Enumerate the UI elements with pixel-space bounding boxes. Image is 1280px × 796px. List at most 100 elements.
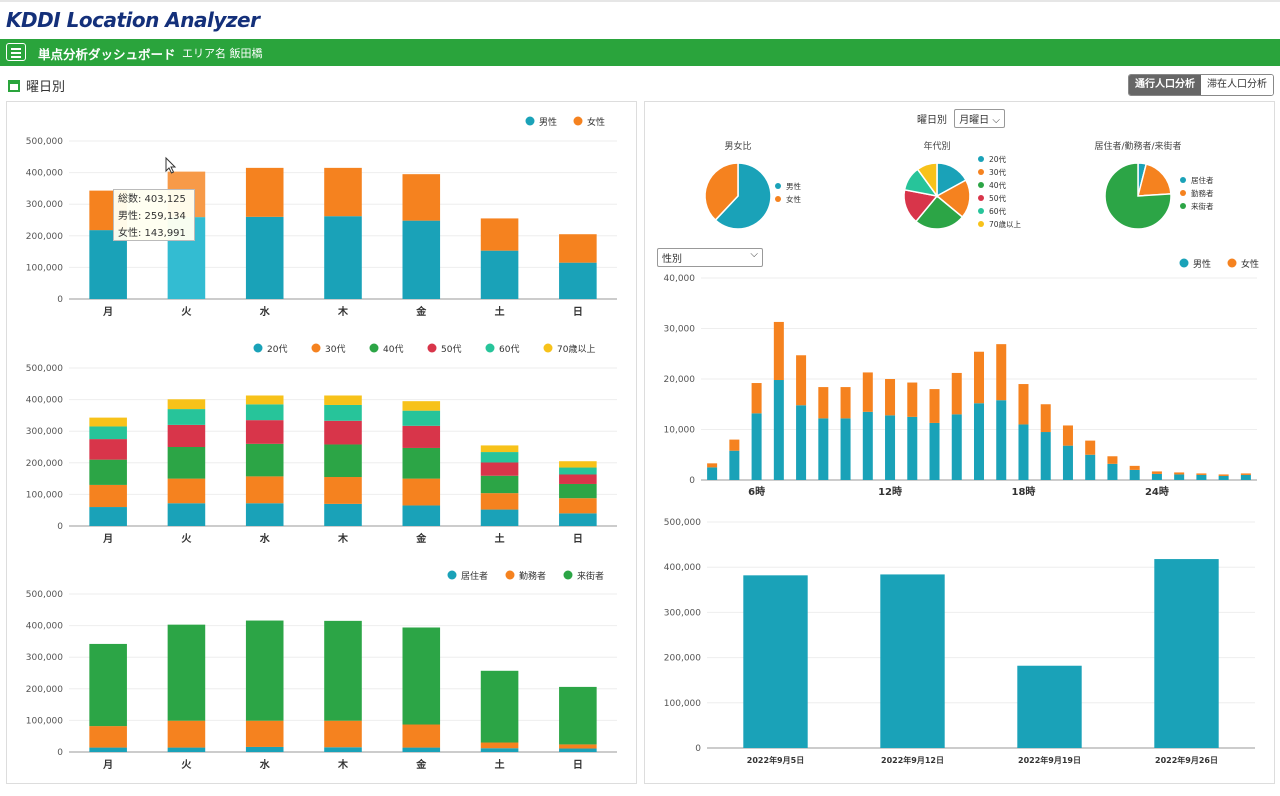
y-tick-label: 500,000 [664,518,701,528]
bar-segment [480,509,519,526]
legend-label: 40代 [383,344,403,355]
bar-segment [402,401,441,411]
area-name: エリア名 飯田橋 [182,47,263,60]
bar-segment [480,462,519,476]
cursor-arrow [165,156,177,174]
bar-segment [89,459,127,485]
y-tick-label: 0 [695,744,701,754]
pie-title: 年代別 [923,140,950,152]
bar-segment [1174,474,1185,480]
bar-segment [245,420,284,444]
x-tick-label: 木 [337,532,349,545]
x-tick-label: 木 [337,305,349,318]
y-tick-label: 400,000 [26,622,63,632]
bar-segment [480,742,519,749]
x-tick-label: 6時 [748,485,765,498]
bar-segment [89,439,127,460]
x-tick-label: 2022年9月26日 [1155,755,1218,765]
x-tick-label: 火 [181,306,192,318]
bar-segment [773,321,784,381]
y-tick-label: 40,000 [664,274,696,284]
legend-marker [1180,190,1186,196]
x-tick-label: 火 [181,533,192,545]
section-header: 曜日別 [8,76,65,95]
gender-select[interactable]: 性別 ⌵ [657,248,763,267]
bar-segment [559,686,597,745]
bar-segment [559,234,597,263]
bar-segment [324,404,362,421]
bar-segment [167,447,206,479]
bar-segment [402,174,441,221]
bar-segment [559,474,597,484]
bar-segment [559,744,597,749]
bar-segment [245,395,284,405]
bar-segment [245,216,284,299]
bar-segment [1107,463,1118,480]
gender-filter: 性別 ⌵ [657,248,763,267]
bar-segment [1129,465,1140,470]
legend-marker [978,208,984,214]
gender-select-value: 性別 [662,254,682,265]
bar-segment [1040,432,1051,480]
bar-segment [1151,473,1162,480]
legend-label: 男性 [1193,258,1211,270]
legend-label: 70歳以上 [989,219,1022,229]
bar-segment [480,493,519,510]
bar-segment [862,372,873,412]
bar-segment [840,418,851,480]
y-tick-label: 30,000 [664,325,696,335]
legend-label: 女性 [1241,258,1259,270]
legend-marker [978,221,984,227]
x-tick-label: 日 [573,306,583,318]
bar-segment [480,250,519,299]
y-tick-label: 500,000 [26,364,63,374]
legend-marker [369,343,379,353]
bar-segment [707,467,718,480]
bar-segment [402,425,441,448]
app-logo: KDDI Location Analyzer [6,8,260,32]
legend-label: 30代 [989,167,1007,177]
legend-label: 30代 [325,344,345,355]
bar-segment [167,424,206,447]
legend-marker [573,116,583,126]
bar-segment [167,478,206,504]
x-tick-label: 2022年9月19日 [1018,755,1081,765]
bar-segment [559,467,597,475]
bar-segment [885,379,896,416]
legend-label: 20代 [267,344,287,355]
legend-label: 居住者 [1191,175,1214,185]
legend-label: 女性 [786,194,801,204]
hamburger-menu-icon[interactable] [6,43,26,61]
bar-segment [751,413,762,480]
bar-segment [907,382,918,417]
weekday-select[interactable]: 月曜日 ⌵ [954,109,1005,128]
tab-passing-population[interactable]: 通行人口分析 [1129,75,1201,95]
legend-label: 50代 [441,344,461,355]
y-tick-label: 0 [57,522,63,532]
bar-segment [929,389,940,423]
x-tick-label: 土 [495,758,505,771]
bar-segment [245,503,284,526]
tooltip-male: 男性: 259,134 [118,211,186,222]
bar-segment [996,344,1007,401]
y-tick-label: 200,000 [664,654,701,664]
bar-segment [1018,384,1029,425]
bar-segment [907,416,918,480]
mouse-cursor-icon [165,156,177,174]
x-tick-label: 2022年9月12日 [881,755,944,765]
legend-marker [978,156,984,162]
x-tick-label: 日 [573,533,583,545]
bar-segment [89,507,127,526]
bar-segment [559,483,597,499]
legend-marker [978,195,984,201]
bar-segment [729,439,740,451]
bar-segment [1196,474,1207,480]
left-charts: 男性 女性 0 100,000 200,000 300,000 400,000 500,000… [26,116,617,771]
bar-segment [773,380,784,480]
bar-segment [245,443,284,477]
tab-stay-population[interactable]: 滞在人口分析 [1201,75,1273,95]
bar-segment [1174,472,1185,475]
bar-segment [89,417,127,427]
legend-marker [775,183,781,189]
bar-segment [1218,474,1229,476]
